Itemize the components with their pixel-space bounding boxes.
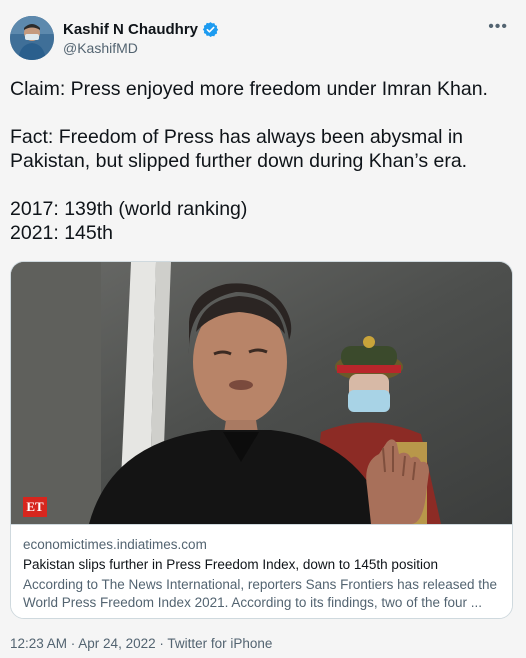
card-image[interactable]: ET (11, 262, 512, 524)
tweet-timestamp[interactable]: 12:23 AM · Apr 24, 2022 · Twitter for iP… (10, 636, 272, 651)
tweet-line: Claim: Press enjoyed more freedom under … (10, 78, 488, 100)
verified-badge-icon (202, 21, 219, 38)
link-card[interactable]: ET economictimes.indiatimes.com Pakistan… (10, 261, 513, 619)
tweet: Kashif N Chaudhry @KashifMD ••• Claim: P… (0, 0, 526, 658)
name-row: Kashif N Chaudhry (63, 21, 219, 38)
card-description: According to The News International, rep… (23, 577, 497, 610)
display-name[interactable]: Kashif N Chaudhry (63, 21, 198, 38)
tweet-line: Fact: Freedom of Press has always been a… (10, 126, 464, 148)
avatar[interactable] (10, 16, 54, 60)
tweet-text: Claim: Press enjoyed more freedom under … (10, 77, 516, 245)
tweet-header: Kashif N Chaudhry @KashifMD ••• (10, 16, 516, 66)
tweet-line: Pakistan, but slipped further down durin… (10, 150, 468, 172)
tweet-line: 2017: 139th (world ranking) (10, 198, 248, 220)
card-title: Pakistan slips further in Press Freedom … (23, 557, 438, 572)
more-options-icon[interactable]: ••• (488, 19, 508, 35)
card-meta[interactable]: economictimes.indiatimes.com Pakistan sl… (11, 524, 512, 618)
tweet-line: 2021: 145th (10, 222, 114, 244)
handle[interactable]: @KashifMD (63, 40, 138, 56)
et-logo: ET (23, 497, 47, 517)
card-domain: economictimes.indiatimes.com (23, 537, 207, 552)
